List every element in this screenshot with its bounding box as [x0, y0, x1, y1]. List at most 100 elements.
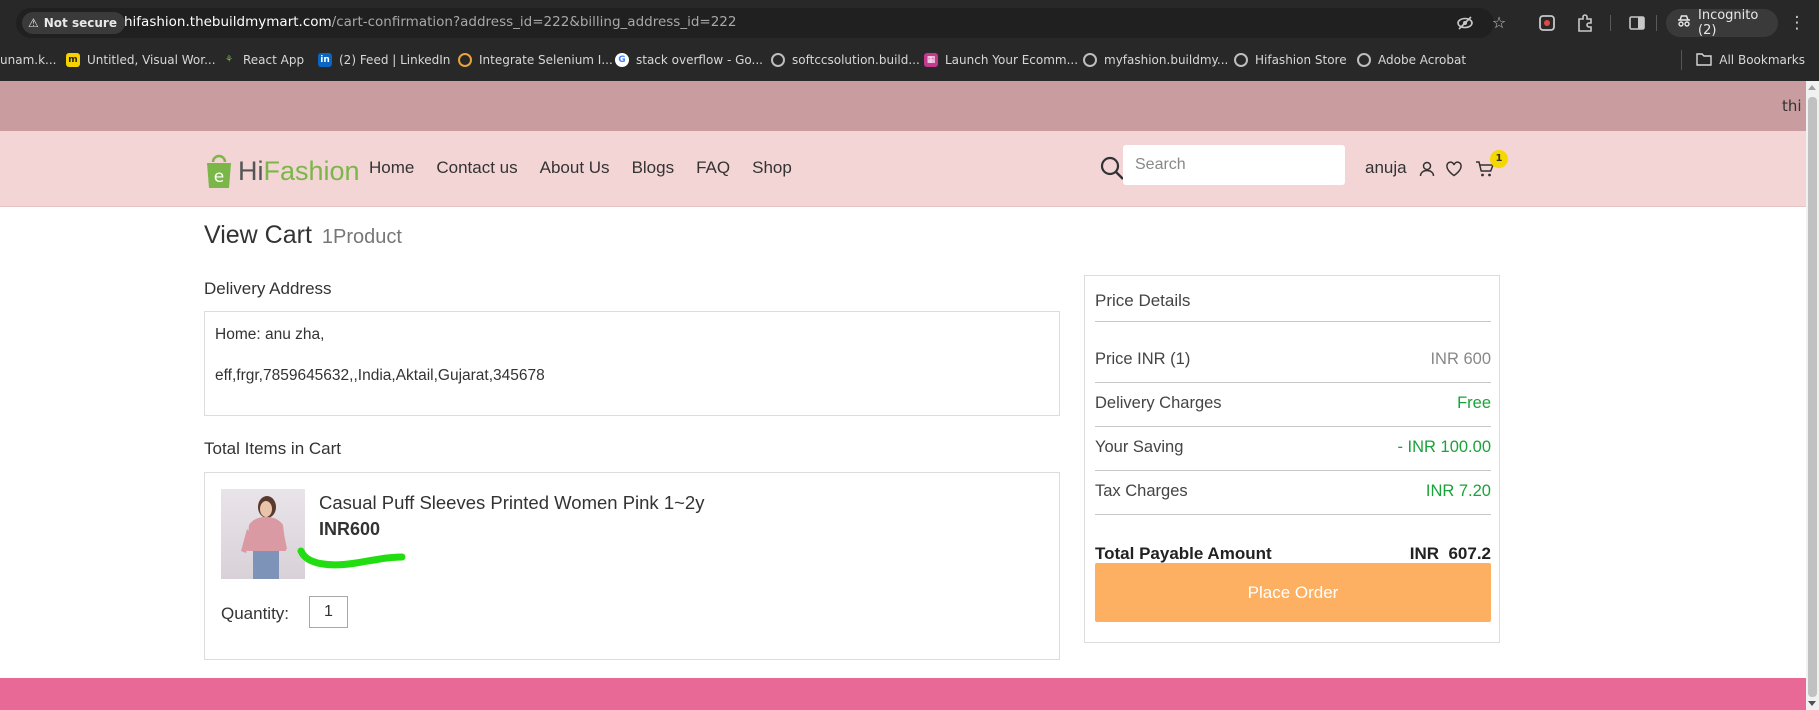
scroll-up-arrow-icon[interactable]: [1808, 85, 1816, 90]
address-line1: Home: anu zha,: [215, 326, 325, 343]
quantity-label: Quantity:: [221, 604, 290, 623]
bookmark-label: unam.k...: [0, 53, 57, 67]
omnibox[interactable]: ⚠ Not secure hifashion.thebuildmymart.co…: [16, 8, 1506, 38]
total-payable-row: Total Payable Amount INR 607.2: [1095, 544, 1491, 564]
bookmark-item[interactable]: ⚘ React App: [222, 50, 304, 70]
quantity-input[interactable]: 1: [309, 596, 348, 628]
bookmark-label: React App: [243, 53, 305, 67]
web-page: thi e HiFashion Home Contact us About Us…: [0, 81, 1806, 710]
nav-contact-us[interactable]: Contact us: [436, 158, 517, 178]
announcement-text: thi: [1782, 97, 1802, 115]
logo-text: HiFashion: [238, 155, 360, 186]
bookmark-item[interactable]: m Untitled, Visual Wor...: [66, 50, 216, 70]
price-label: Price INR (1): [1095, 350, 1191, 368]
chrome-icon: [458, 53, 472, 67]
bookmark-label: Adobe Acrobat: [1378, 53, 1467, 67]
shopping-bag-logo-icon: e: [204, 152, 234, 190]
price-details-card: Price Details Price INR (1) INR 600 Deli…: [1084, 275, 1500, 643]
bookmark-label: Untitled, Visual Wor...: [87, 53, 216, 67]
site-header: e HiFashion Home Contact us About Us Blo…: [0, 131, 1806, 207]
divider: [1095, 470, 1491, 471]
heart-icon[interactable]: [1445, 160, 1463, 178]
all-bookmarks-button[interactable]: All Bookmarks: [1681, 50, 1805, 70]
main-nav: Home Contact us About Us Blogs FAQ Shop: [369, 158, 814, 178]
tax-charges-label: Tax Charges: [1095, 482, 1188, 500]
page-scrollbar[interactable]: [1806, 81, 1819, 710]
nav-home[interactable]: Home: [369, 158, 414, 178]
browser-menu-icon[interactable]: ⋮: [1786, 12, 1808, 34]
bookmark-item[interactable]: Adobe Acrobat: [1357, 50, 1466, 70]
side-panel-icon[interactable]: [1626, 12, 1648, 34]
product-count: 1Product: [321, 226, 402, 248]
nav-blogs[interactable]: Blogs: [632, 158, 675, 178]
divider: [1095, 321, 1491, 322]
svg-text:e: e: [214, 167, 224, 187]
search-input[interactable]: [1123, 145, 1345, 185]
bookmark-item[interactable]: in (2) Feed | LinkedIn: [318, 50, 450, 70]
delivery-charges-value: Free: [1457, 394, 1491, 412]
page-title-text: View Cart: [204, 221, 312, 249]
incognito-label: Incognito (2): [1698, 8, 1759, 38]
incognito-badge[interactable]: Incognito (2): [1666, 8, 1778, 38]
scroll-down-arrow-icon[interactable]: [1808, 701, 1816, 706]
nav-shop[interactable]: Shop: [752, 158, 792, 178]
google-icon: G: [615, 53, 629, 67]
globe-icon: [1234, 53, 1248, 67]
saving-row: Your Saving - INR 100.00: [1095, 438, 1491, 460]
url-path: /cart-confirmation?address_id=222&billin…: [331, 14, 737, 30]
address-bar-row: ⚠ Not secure hifashion.thebuildmymart.co…: [0, 0, 1819, 46]
user-name[interactable]: anuja: [1365, 158, 1407, 178]
saving-label: Your Saving: [1095, 438, 1184, 456]
divider: [1095, 514, 1491, 515]
delivery-address-label: Delivery Address: [204, 279, 332, 298]
bookmark-label: myfashion.buildmy...: [1104, 53, 1229, 67]
bookmark-item[interactable]: ▦ Launch Your Ecomm...: [924, 50, 1078, 70]
bookmark-item[interactable]: myfashion.buildmy...: [1083, 50, 1228, 70]
scrollbar-thumb[interactable]: [1808, 97, 1817, 697]
bookmark-label: softccsolution.build...: [792, 53, 920, 67]
total-payable-value: INR 607.2: [1409, 544, 1491, 563]
eye-slash-icon[interactable]: [1456, 14, 1474, 32]
product-price: INR600: [319, 519, 381, 539]
product-image[interactable]: [221, 489, 305, 579]
star-icon[interactable]: ☆: [1490, 14, 1508, 32]
place-order-button[interactable]: Place Order: [1095, 563, 1491, 622]
url-text[interactable]: hifashion.thebuildmymart.com/cart-confir…: [124, 14, 736, 30]
toolbar-separator: [1610, 15, 1611, 31]
react-app-icon: ⚘: [224, 55, 234, 65]
bookmark-item[interactable]: unam.k...: [0, 50, 56, 70]
price-details-title: Price Details: [1095, 291, 1191, 310]
price-row: Price INR (1) INR 600: [1095, 350, 1491, 372]
all-bookmarks-label: All Bookmarks: [1719, 53, 1805, 67]
nav-faq[interactable]: FAQ: [696, 158, 730, 178]
divider: [1095, 382, 1491, 383]
store-icon: ▦: [924, 53, 938, 67]
warning-icon: ⚠: [28, 16, 39, 30]
footer-band: [0, 678, 1806, 710]
extensions-icon[interactable]: [1574, 12, 1596, 34]
nav-about-us[interactable]: About Us: [540, 158, 610, 178]
toolbar-separator: [1656, 15, 1657, 31]
security-chip[interactable]: ⚠ Not secure: [22, 12, 125, 34]
incognito-icon: [1676, 13, 1692, 33]
bookmark-item[interactable]: G stack overflow - Go...: [615, 50, 763, 70]
total-items-label: Total Items in Cart: [204, 439, 341, 458]
page-title: View Cart 1Product: [204, 221, 402, 250]
bookmark-item[interactable]: Hifashion Store: [1234, 50, 1347, 70]
bookmark-item[interactable]: softccsolution.build...: [771, 50, 920, 70]
announcement-bar: thi: [0, 81, 1806, 131]
browser-chrome: ⚠ Not secure hifashion.thebuildmymart.co…: [0, 0, 1819, 81]
price-value: INR 600: [1430, 350, 1491, 368]
bookmark-item[interactable]: Integrate Selenium I...: [458, 50, 613, 70]
delivery-charges-label: Delivery Charges: [1095, 394, 1222, 412]
bookmark-label: Integrate Selenium I...: [479, 53, 613, 67]
globe-icon: [1357, 53, 1371, 67]
divider: [1095, 426, 1491, 427]
bookmark-label: Launch Your Ecomm...: [945, 53, 1079, 67]
product-name[interactable]: Casual Puff Sleeves Printed Women Pink 1…: [319, 492, 704, 514]
tax-charges-row: Tax Charges INR 7.20: [1095, 482, 1491, 504]
extension-puzzle-icon[interactable]: [1536, 12, 1558, 34]
user-icon[interactable]: [1418, 160, 1436, 178]
cart-items-card: Casual Puff Sleeves Printed Women Pink 1…: [204, 472, 1060, 660]
hifashion-logo[interactable]: e HiFashion: [204, 151, 360, 191]
